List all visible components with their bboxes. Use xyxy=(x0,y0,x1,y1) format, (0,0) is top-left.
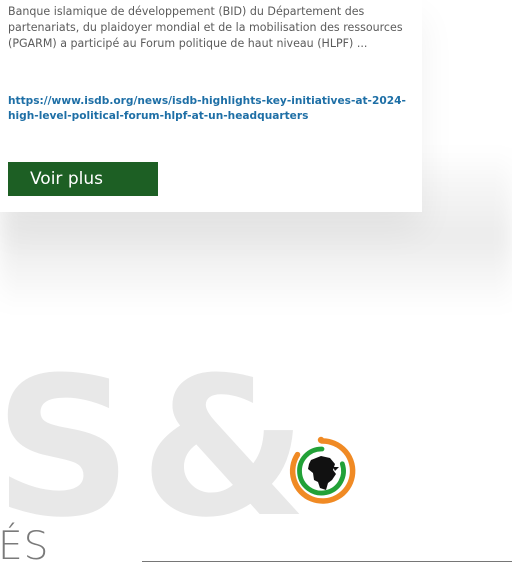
heading-divider xyxy=(142,561,512,562)
logo-africa-horn xyxy=(333,467,339,471)
article-excerpt: Banque islamique de développement (BID) … xyxy=(8,5,403,51)
background-ampersand: & xyxy=(140,337,308,560)
voir-plus-button[interactable]: Voir plus xyxy=(8,162,158,196)
africa-logo-icon xyxy=(289,436,356,504)
article-card: Banque islamique de développement (BID) … xyxy=(0,0,422,212)
logo-top-dot xyxy=(317,436,325,444)
logo-africa-shape xyxy=(308,456,336,490)
voir-plus-label: Voir plus xyxy=(30,169,103,189)
section-heading-fragment: ÉS xyxy=(0,524,50,569)
source-link[interactable]: https://www.isdb.org/news/isdb-highlight… xyxy=(8,94,412,123)
background-letter-s: S xyxy=(0,337,132,560)
